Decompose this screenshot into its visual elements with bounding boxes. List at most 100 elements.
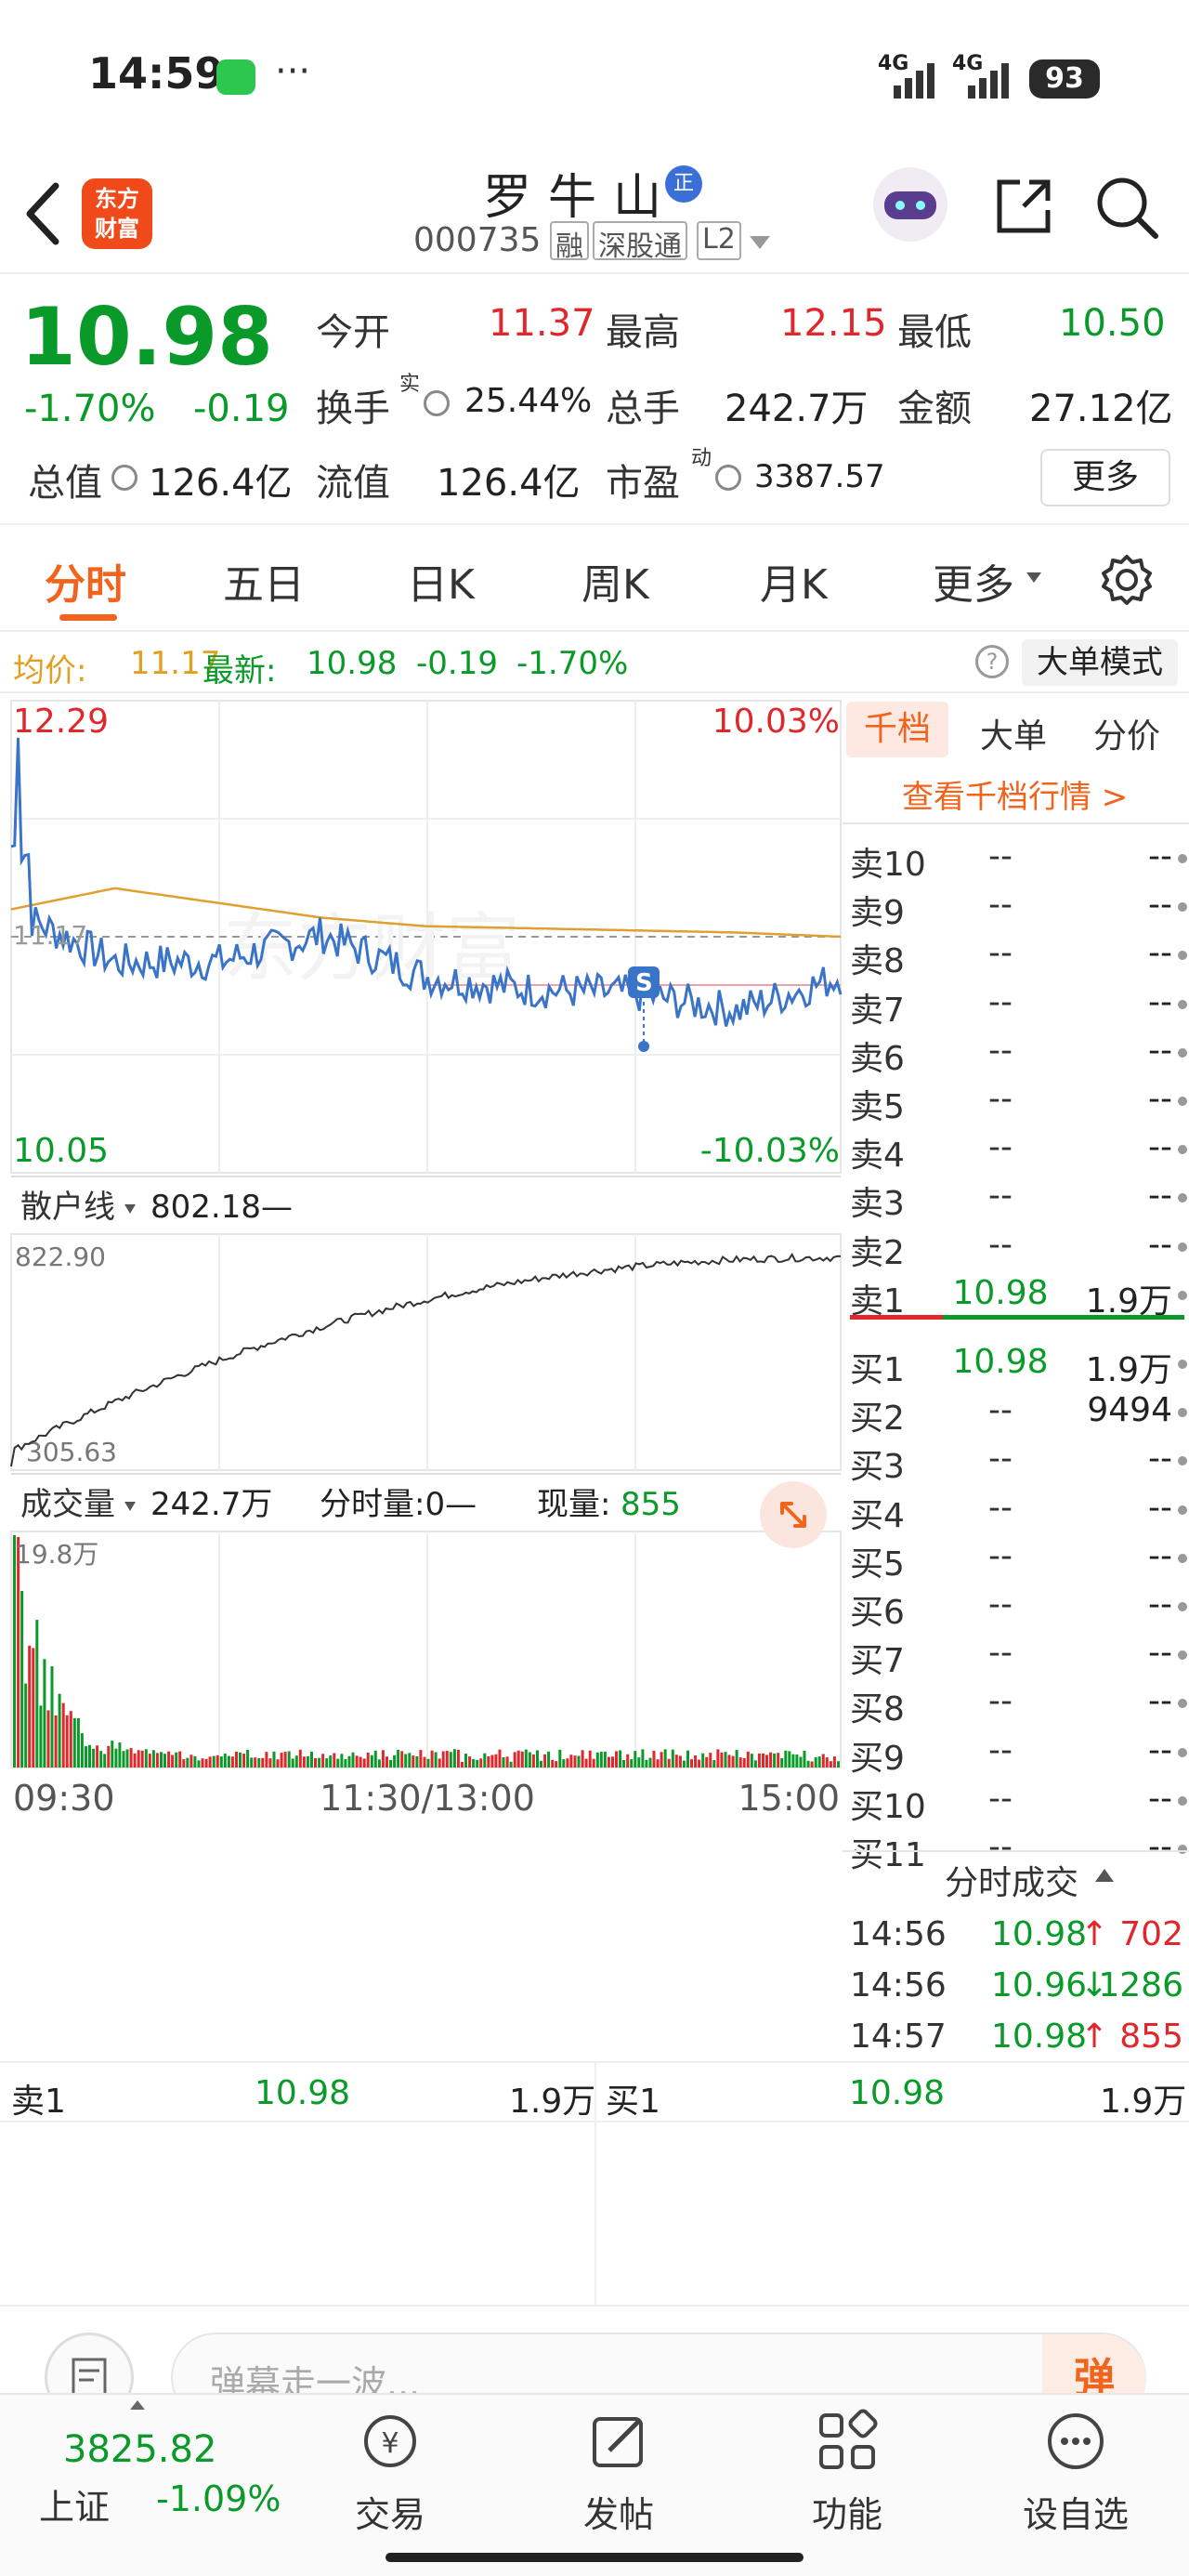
tick-arrow-icon: ↑ bbox=[1080, 2017, 1109, 2056]
tab-more[interactable]: 更多 bbox=[933, 551, 1014, 611]
volume-bar bbox=[468, 1756, 472, 1768]
gear-icon[interactable] bbox=[1100, 553, 1154, 607]
edit-icon bbox=[593, 2417, 643, 2467]
volume-bar bbox=[445, 1751, 449, 1768]
index-value[interactable]: 3825.82 bbox=[63, 2428, 216, 2471]
order-level-label: 买7 bbox=[850, 1642, 905, 1681]
order-dot-icon bbox=[1178, 1747, 1187, 1757]
danmu-input[interactable]: 弹幕走一波... 弹 bbox=[171, 2333, 1146, 2398]
sell-order-row[interactable]: 卖7 -- -- bbox=[843, 979, 1189, 1030]
sell-order-row[interactable]: 卖4 -- -- bbox=[843, 1124, 1189, 1175]
volume-bar bbox=[175, 1752, 178, 1768]
chevron-up-icon[interactable] bbox=[128, 2399, 147, 2412]
info-icon[interactable] bbox=[111, 465, 137, 491]
sell-order-row[interactable]: 卖3 -- -- bbox=[843, 1173, 1189, 1223]
order-dot-icon bbox=[1178, 1505, 1187, 1515]
turnover-label: 换手 bbox=[316, 388, 390, 430]
volume-label[interactable]: 成交量 bbox=[20, 1486, 115, 1523]
home-indicator bbox=[385, 2553, 804, 2562]
volume-bar bbox=[50, 1666, 54, 1768]
chevron-down-icon[interactable] bbox=[748, 234, 772, 251]
info-icon[interactable] bbox=[715, 465, 741, 491]
chart-ref-price: 11.17 bbox=[13, 920, 87, 951]
volume-bar bbox=[619, 1750, 622, 1768]
tab-five-day[interactable]: 五日 bbox=[223, 551, 305, 611]
buy-order-row[interactable]: 买3 -- -- bbox=[843, 1436, 1189, 1486]
sell-order-row[interactable]: 卖9 -- -- bbox=[843, 882, 1189, 932]
tick-time: 14:56 bbox=[850, 1966, 947, 2004]
volume-bar bbox=[577, 1755, 581, 1768]
order-level-label: 卖3 bbox=[850, 1185, 905, 1224]
volume-bar bbox=[347, 1755, 351, 1768]
comment-list-icon[interactable] bbox=[45, 2333, 134, 2398]
nav-functions[interactable]: 功能 bbox=[773, 2395, 921, 2537]
high-label: 最高 bbox=[606, 311, 680, 354]
order-level-label: 买10 bbox=[850, 1787, 926, 1826]
volume-bar bbox=[242, 1754, 246, 1768]
volume-bar bbox=[160, 1752, 163, 1768]
view-qiandang-link[interactable]: 查看千档行情 > bbox=[902, 771, 1128, 817]
tab-large-orders[interactable]: 大单 bbox=[980, 709, 1047, 757]
volume-bar bbox=[351, 1752, 355, 1768]
expand-icon[interactable] bbox=[760, 1481, 827, 1548]
nav-add-watchlist[interactable]: 设自选 bbox=[1001, 2395, 1150, 2537]
buy-order-row[interactable]: 买10 -- -- bbox=[843, 1776, 1189, 1826]
sell-order-row[interactable]: 卖1 10.98 1.9万 bbox=[843, 1270, 1189, 1321]
buy-order-row[interactable]: 买4 -- -- bbox=[843, 1485, 1189, 1535]
amount-label: 金额 bbox=[897, 388, 972, 430]
tab-price-distribution[interactable]: 分价 bbox=[1093, 709, 1160, 757]
buy-order-row[interactable]: 买6 -- -- bbox=[843, 1582, 1189, 1632]
sell-order-row[interactable]: 卖10 -- -- bbox=[843, 834, 1189, 884]
buy-order-row[interactable]: 买8 -- -- bbox=[843, 1678, 1189, 1728]
order-price: 10.98 bbox=[952, 1273, 1049, 1312]
tab-fenshi[interactable]: 分时 bbox=[45, 551, 126, 611]
back-icon[interactable] bbox=[20, 177, 67, 251]
verified-badge-text: 正 bbox=[673, 172, 694, 195]
app-logo: 东方 财富 bbox=[82, 178, 152, 249]
volume-bar bbox=[476, 1759, 479, 1768]
volume-bar bbox=[219, 1756, 223, 1768]
buy-order-row[interactable]: 买2 -- 9494 bbox=[843, 1387, 1189, 1438]
volume-bar bbox=[69, 1711, 72, 1768]
buy-order-row[interactable]: 买7 -- -- bbox=[843, 1630, 1189, 1680]
intraday-chart[interactable]: 东方财富 S 12.29 10.03% 11.17 10.05 -10.03% … bbox=[0, 695, 843, 2058]
tab-monthly-k[interactable]: 月K bbox=[760, 551, 828, 611]
tab-daily-k[interactable]: 日K bbox=[407, 551, 475, 611]
sell-order-row[interactable]: 卖8 -- -- bbox=[843, 930, 1189, 980]
ticks-title[interactable]: 分时成交 bbox=[945, 1856, 1078, 1904]
retail-line-label[interactable]: 散户线 bbox=[20, 1189, 115, 1226]
info-icon[interactable] bbox=[424, 390, 450, 416]
sell-order-row[interactable]: 卖5 -- -- bbox=[843, 1076, 1189, 1126]
buy-order-row[interactable]: 买1 10.98 1.9万 bbox=[843, 1339, 1189, 1389]
order-volume: -- bbox=[1148, 1488, 1172, 1527]
volume-bar bbox=[167, 1751, 171, 1768]
buy-order-row[interactable]: 买9 -- -- bbox=[843, 1728, 1189, 1778]
index-percent[interactable]: -1.09% bbox=[156, 2478, 281, 2519]
tab-qiandang[interactable]: 千档 bbox=[846, 702, 948, 757]
trade-icon: ¥ bbox=[364, 2415, 416, 2467]
sell-order-row[interactable]: 卖6 -- -- bbox=[843, 1028, 1189, 1078]
chevron-up-icon[interactable] bbox=[1093, 1867, 1116, 1884]
help-icon[interactable]: ? bbox=[975, 645, 1009, 678]
volume-bar bbox=[652, 1751, 656, 1768]
robot-assistant-icon[interactable] bbox=[873, 167, 947, 242]
order-dot-icon bbox=[1178, 1456, 1187, 1466]
index-name[interactable]: 上证 bbox=[39, 2478, 110, 2530]
nav-post[interactable]: 发帖 bbox=[544, 2395, 693, 2537]
sell-order-row[interactable]: 卖2 -- -- bbox=[843, 1222, 1189, 1272]
more-button[interactable]: 更多 bbox=[1040, 449, 1170, 506]
danmu-send-button[interactable]: 弹 bbox=[1042, 2334, 1146, 2398]
order-level-label: 卖7 bbox=[850, 991, 905, 1030]
order-volume: -- bbox=[1148, 1779, 1172, 1818]
volume-bar bbox=[404, 1754, 408, 1768]
search-icon[interactable] bbox=[1094, 175, 1161, 242]
tab-weekly-k[interactable]: 周K bbox=[581, 551, 649, 611]
volume-bar bbox=[426, 1758, 430, 1768]
share-icon[interactable] bbox=[992, 175, 1055, 238]
volume-bar bbox=[505, 1756, 509, 1768]
volume-total: 242.7万 bbox=[150, 1486, 272, 1523]
buy-order-row[interactable]: 买5 -- -- bbox=[843, 1533, 1189, 1584]
large-order-mode-button[interactable]: 大单模式 bbox=[1022, 639, 1178, 686]
volume-bar bbox=[742, 1757, 746, 1768]
nav-trade[interactable]: ¥ 交易 bbox=[316, 2395, 464, 2537]
